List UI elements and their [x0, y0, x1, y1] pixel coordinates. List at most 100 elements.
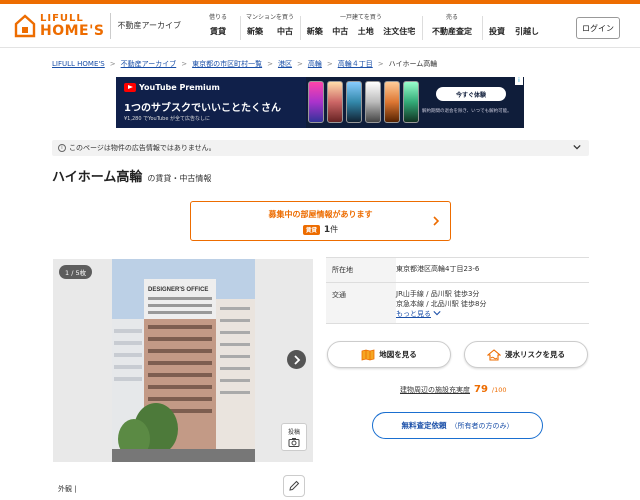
nav-item-invest[interactable]: 投資 — [489, 26, 505, 37]
breadcrumb: LIFULL HOME'S > 不動産アーカイブ > 東京都の市区町村一覧 > … — [52, 59, 437, 69]
breadcrumb-separator-icon: > — [181, 60, 188, 68]
breadcrumb-separator-icon: > — [267, 60, 273, 68]
facility-score[interactable]: 建物周辺の施設充実度 79/100 — [400, 384, 507, 395]
advertisement-banner[interactable]: YouTube Premium 1つのサブスクでいいことたくさん ¥1,280 … — [116, 77, 524, 128]
nav-item-assess[interactable]: 不動産査定 — [432, 26, 472, 37]
nav-group-title: 一戸建てを買う — [340, 14, 382, 21]
notice-text: このページは物件の広告情報ではありません。 — [69, 144, 216, 152]
breadcrumb-separator-icon: > — [377, 60, 384, 68]
breadcrumb-item[interactable]: 高輪４丁目 — [338, 59, 373, 69]
nav-group-sell: 売る 不動産査定 — [424, 12, 480, 42]
show-more-link[interactable]: もっと見る — [396, 310, 589, 320]
flood-risk-label: 浸水リスクを見る — [505, 350, 565, 359]
building-sign-text: DESIGNER'S OFFICE — [148, 287, 208, 293]
header-divider — [110, 12, 112, 39]
youtube-logo-icon — [124, 83, 136, 92]
site-logo[interactable]: LIFULL HOME'S — [14, 13, 105, 39]
rent-badge: 賃貸 — [302, 224, 320, 235]
facility-label: 建物周辺の施設充実度 — [400, 386, 470, 394]
vacancy-banner-button[interactable]: 募集中の部屋情報があります 賃貸 1件 — [190, 201, 451, 241]
nav-divider — [300, 16, 301, 40]
breadcrumb-item[interactable]: 港区 — [278, 59, 292, 69]
camera-icon — [288, 438, 300, 447]
nav-group-title: マンションを買う — [245, 14, 294, 21]
photo-counter: 1 / 5枚 — [59, 265, 93, 279]
chevron-down-icon — [573, 144, 581, 150]
nav-divider — [482, 16, 483, 40]
free-assessment-button[interactable]: 無料査定依頼 （所有者の方のみ） — [372, 412, 543, 439]
access-label: 交通 — [326, 283, 396, 324]
breadcrumb-item[interactable]: 不動産アーカイブ — [121, 59, 177, 69]
property-info-table: 所在地 東京都港区高輪4丁目23-6 交通 JR山手線 / 品川駅 徒歩3分 京… — [326, 257, 589, 325]
pencil-icon — [289, 480, 300, 491]
nav-item-house-used[interactable]: 中古 — [332, 26, 348, 37]
ad-subtext: ¥1,280 でYouTube が全て広告なしに — [124, 116, 211, 122]
phone-image — [308, 81, 324, 123]
ad-info-icon[interactable]: i — [515, 77, 523, 85]
assessment-label: 無料査定依頼 — [401, 421, 447, 430]
ad-text-panel: YouTube Premium 1つのサブスクでいいことたくさん ¥1,280 … — [116, 77, 306, 128]
vacancy-count-unit: 件 — [330, 225, 339, 234]
view-map-button[interactable]: 地図を見る — [327, 341, 451, 368]
nav-item-mansion-used[interactable]: 中古 — [277, 26, 293, 37]
nav-group-other: 投資 引越し — [484, 12, 544, 42]
breadcrumb-separator-icon: > — [326, 60, 333, 68]
chevron-right-icon — [293, 354, 300, 365]
phone-image — [384, 81, 400, 123]
address-value: 東京都港区高輪4丁目23-6 — [396, 265, 480, 273]
nav-item-moving[interactable]: 引越し — [515, 26, 539, 37]
photo-gallery[interactable]: DESIGNER'S OFFICE 1 / 5枚 — [53, 259, 313, 462]
chevron-down-icon — [433, 310, 441, 315]
ad-phones-image — [308, 81, 419, 123]
breadcrumb-item[interactable]: 東京都の市区町村一覧 — [192, 59, 262, 69]
assessment-sublabel: （所有者の方のみ） — [450, 421, 514, 430]
nav-group-house: 一戸建てを買う 新築 中古 土地 注文住宅 — [302, 12, 420, 42]
nav-group-mansion: マンションを買う 新築 中古 — [240, 12, 300, 42]
view-map-label: 地図を見る — [379, 350, 417, 359]
archive-label: 不動産アーカイブ — [117, 21, 182, 30]
breadcrumb-separator-icon: > — [109, 60, 116, 68]
house-logo-icon — [14, 13, 36, 38]
vacancy-title: 募集中の部屋情報があります — [268, 210, 373, 219]
vacancy-count: 1件 — [324, 224, 338, 235]
next-photo-button[interactable] — [287, 350, 306, 369]
breadcrumb-item[interactable]: 高輪 — [308, 59, 322, 69]
notice-bar[interactable]: i このページは物件の広告情報ではありません。 — [52, 140, 589, 156]
show-more-label: もっと見る — [396, 309, 431, 318]
ad-cta-button[interactable]: 今すぐ体験 — [436, 87, 506, 101]
info-row-address: 所在地 東京都港区高輪4丁目23-6 — [326, 258, 589, 283]
nav-group-title: 借りる — [208, 14, 227, 21]
nav-group-title: 売る — [445, 14, 458, 21]
nav-item-mansion-new[interactable]: 新築 — [247, 26, 263, 37]
phone-image — [403, 81, 419, 123]
phone-image — [327, 81, 343, 123]
ad-brand: YouTube Premium — [139, 83, 220, 92]
breadcrumb-current: ハイホーム高輪 — [388, 60, 438, 68]
nav-item-house-new[interactable]: 新築 — [307, 26, 323, 37]
breadcrumb-separator-icon: > — [296, 60, 303, 68]
post-photo-label: 投稿 — [287, 429, 300, 436]
nav-item-rent[interactable]: 賃貸 — [210, 26, 226, 37]
chevron-right-icon — [433, 216, 440, 226]
phone-image — [365, 81, 381, 123]
access-line: JR山手線 / 品川駅 徒歩3分 — [396, 290, 480, 298]
nav-item-custom-home[interactable]: 注文住宅 — [383, 26, 415, 37]
page-title: ハイホーム高輪 の賃貸・中古情報 — [52, 166, 211, 185]
flood-risk-button[interactable]: 浸水リスクを見る — [464, 341, 588, 368]
nav-divider — [422, 16, 423, 40]
ad-headline: 1つのサブスクでいいことたくさん — [124, 103, 281, 114]
property-name: ハイホーム高輪 — [52, 170, 143, 185]
info-row-access: 交通 JR山手線 / 品川駅 徒歩3分 京急本線 / 北品川駅 徒歩8分 もっと… — [326, 283, 589, 325]
site-header: LIFULL HOME'S 不動産アーカイブ 借りる 賃貸 マンションを買う 新… — [0, 4, 640, 48]
flood-house-icon — [487, 348, 501, 361]
info-icon: i — [58, 144, 66, 152]
address-label: 所在地 — [326, 258, 396, 282]
post-photo-button[interactable]: 投稿 — [281, 423, 307, 451]
phone-image — [346, 81, 362, 123]
breadcrumb-item[interactable]: LIFULL HOME'S — [52, 60, 105, 68]
edit-caption-button[interactable] — [283, 475, 305, 497]
logo-bottom-text: HOME'S — [40, 22, 105, 39]
login-button[interactable]: ログイン — [576, 17, 620, 39]
nav-item-land[interactable]: 土地 — [358, 26, 374, 37]
property-subtitle: の賃貸・中古情報 — [147, 174, 212, 183]
